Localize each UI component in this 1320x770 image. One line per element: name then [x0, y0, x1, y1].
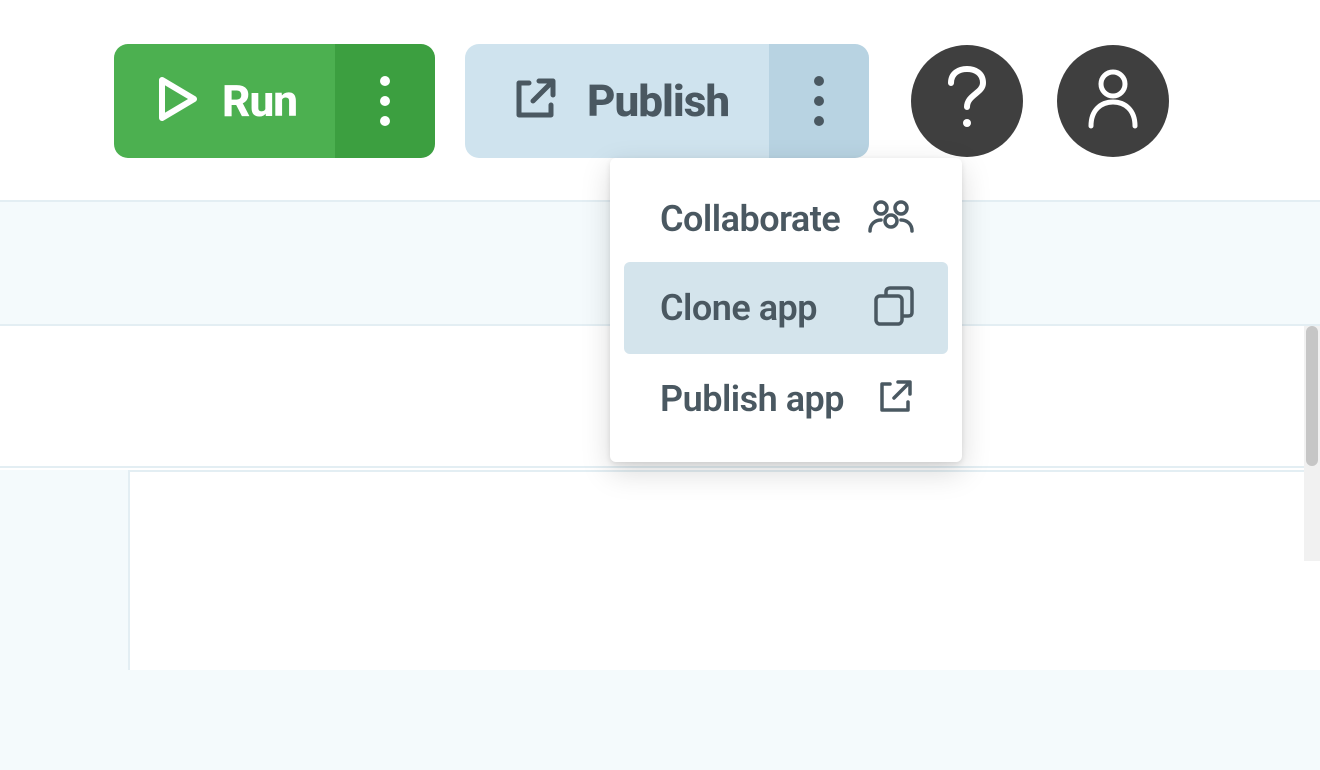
toolbar-icon-group: [911, 45, 1169, 157]
help-button[interactable]: [911, 45, 1023, 157]
more-vertical-icon: [814, 76, 824, 126]
run-button[interactable]: Run: [114, 44, 335, 158]
scrollbar-thumb[interactable]: [1306, 326, 1318, 466]
external-link-icon: [874, 376, 916, 422]
account-button[interactable]: [1057, 45, 1169, 157]
menu-item-clone-app[interactable]: Clone app: [624, 262, 948, 354]
bottom-panel: [128, 470, 1320, 670]
menu-item-label: Collaborate: [660, 198, 840, 240]
play-icon: [158, 76, 198, 126]
top-toolbar: Run Publish: [114, 44, 1169, 158]
copy-icon: [872, 284, 916, 332]
menu-item-label: Clone app: [660, 287, 817, 329]
external-link-icon: [509, 73, 561, 129]
run-button-label: Run: [222, 75, 297, 127]
question-mark-icon: [941, 65, 993, 137]
person-icon: [1085, 68, 1141, 134]
publish-button-label: Publish: [587, 75, 729, 127]
more-vertical-icon: [380, 76, 390, 126]
publish-more-button[interactable]: [769, 44, 869, 158]
vertical-scrollbar[interactable]: [1304, 326, 1320, 561]
menu-item-publish-app[interactable]: Publish app: [624, 354, 948, 444]
publish-dropdown-menu: Collaborate Clone app Publish app: [610, 158, 962, 462]
publish-button-group: Publish: [465, 44, 869, 158]
publish-button[interactable]: Publish: [465, 44, 769, 158]
menu-item-label: Publish app: [660, 378, 844, 420]
run-button-group: Run: [114, 44, 435, 158]
run-more-button[interactable]: [335, 44, 435, 158]
people-icon: [866, 199, 916, 239]
menu-item-collaborate[interactable]: Collaborate: [624, 176, 948, 262]
